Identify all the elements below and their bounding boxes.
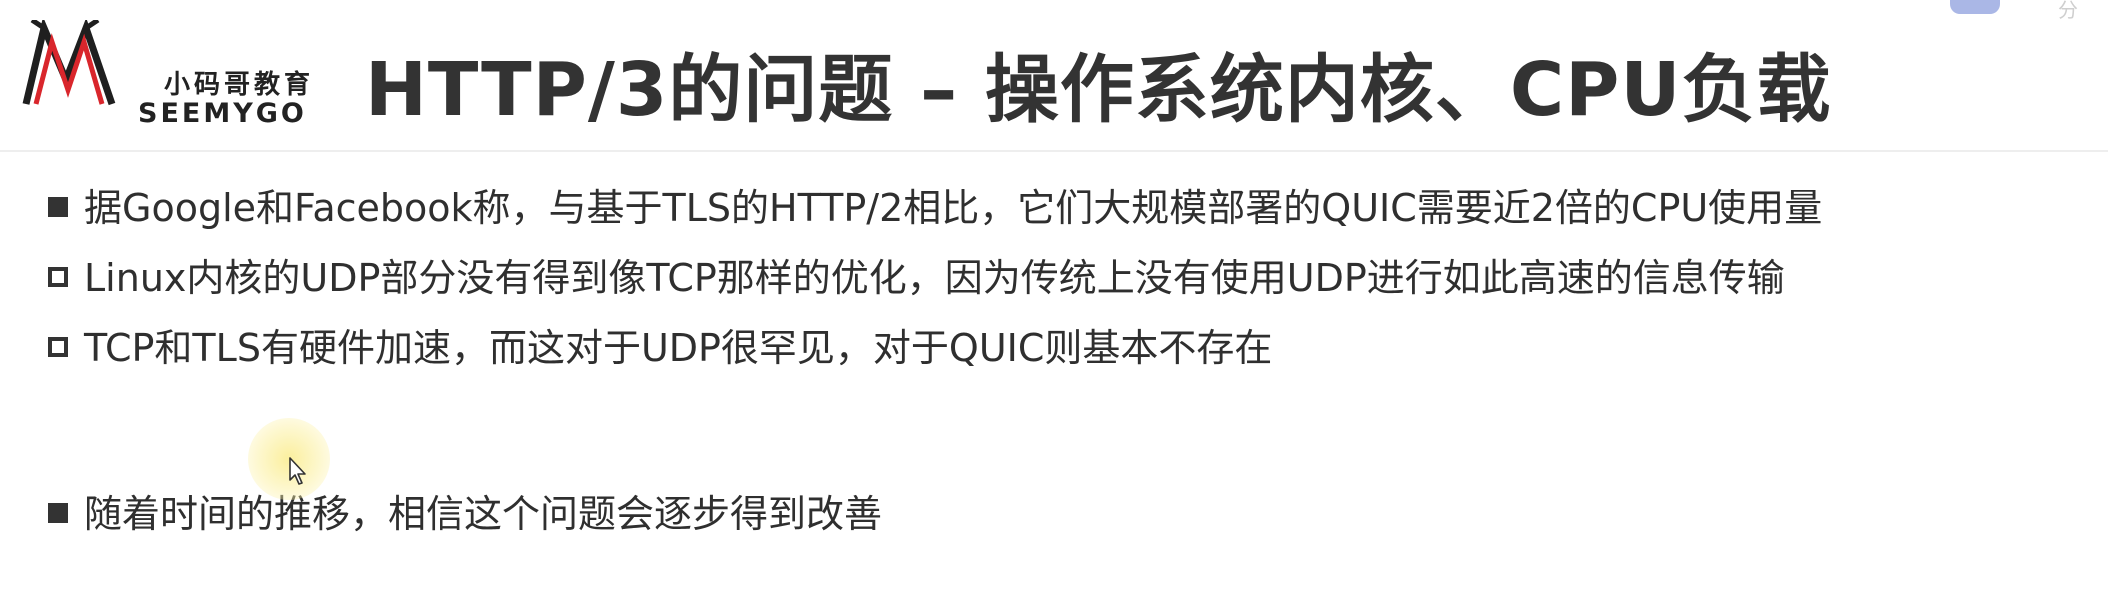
bullet-text: Linux内核的UDP部分没有得到像TCP那样的优化，因为传统上没有使用UDP进… — [84, 256, 1785, 300]
slide-title: HTTP/3的问题 – 操作系统内核、CPU负载 — [365, 47, 1832, 133]
corner-label: 分 — [2058, 0, 2078, 22]
hollow-square-bullet-icon — [48, 267, 68, 287]
slide-header: 小码哥教育 SEEMYGO HTTP/3的问题 – 操作系统内核、CPU负载 分 — [0, 0, 2108, 150]
bullet-text: 据Google和Facebook称，与基于TLS的HTTP/2相比，它们大规模部… — [84, 186, 1823, 230]
bullet-text: 随着时间的推移，相信这个问题会逐步得到改善 — [84, 492, 883, 536]
seemygo-logo-mark — [22, 20, 116, 106]
hollow-square-bullet-icon — [48, 337, 68, 357]
filled-square-bullet-icon — [48, 503, 68, 523]
logo-english-text: SEEMYGO — [138, 98, 307, 129]
header-divider — [0, 150, 2108, 152]
window-corner-tab[interactable] — [1950, 0, 2000, 14]
filled-square-bullet-icon — [48, 197, 68, 217]
seemygo-logo: 小码哥教育 SEEMYGO — [22, 20, 322, 129]
mouse-pointer-icon — [289, 457, 306, 485]
logo-chinese-text: 小码哥教育 — [164, 70, 315, 100]
bullet-text: TCP和TLS有硬件加速，而这对于UDP很罕见，对于QUIC则基本不存在 — [84, 326, 1273, 370]
